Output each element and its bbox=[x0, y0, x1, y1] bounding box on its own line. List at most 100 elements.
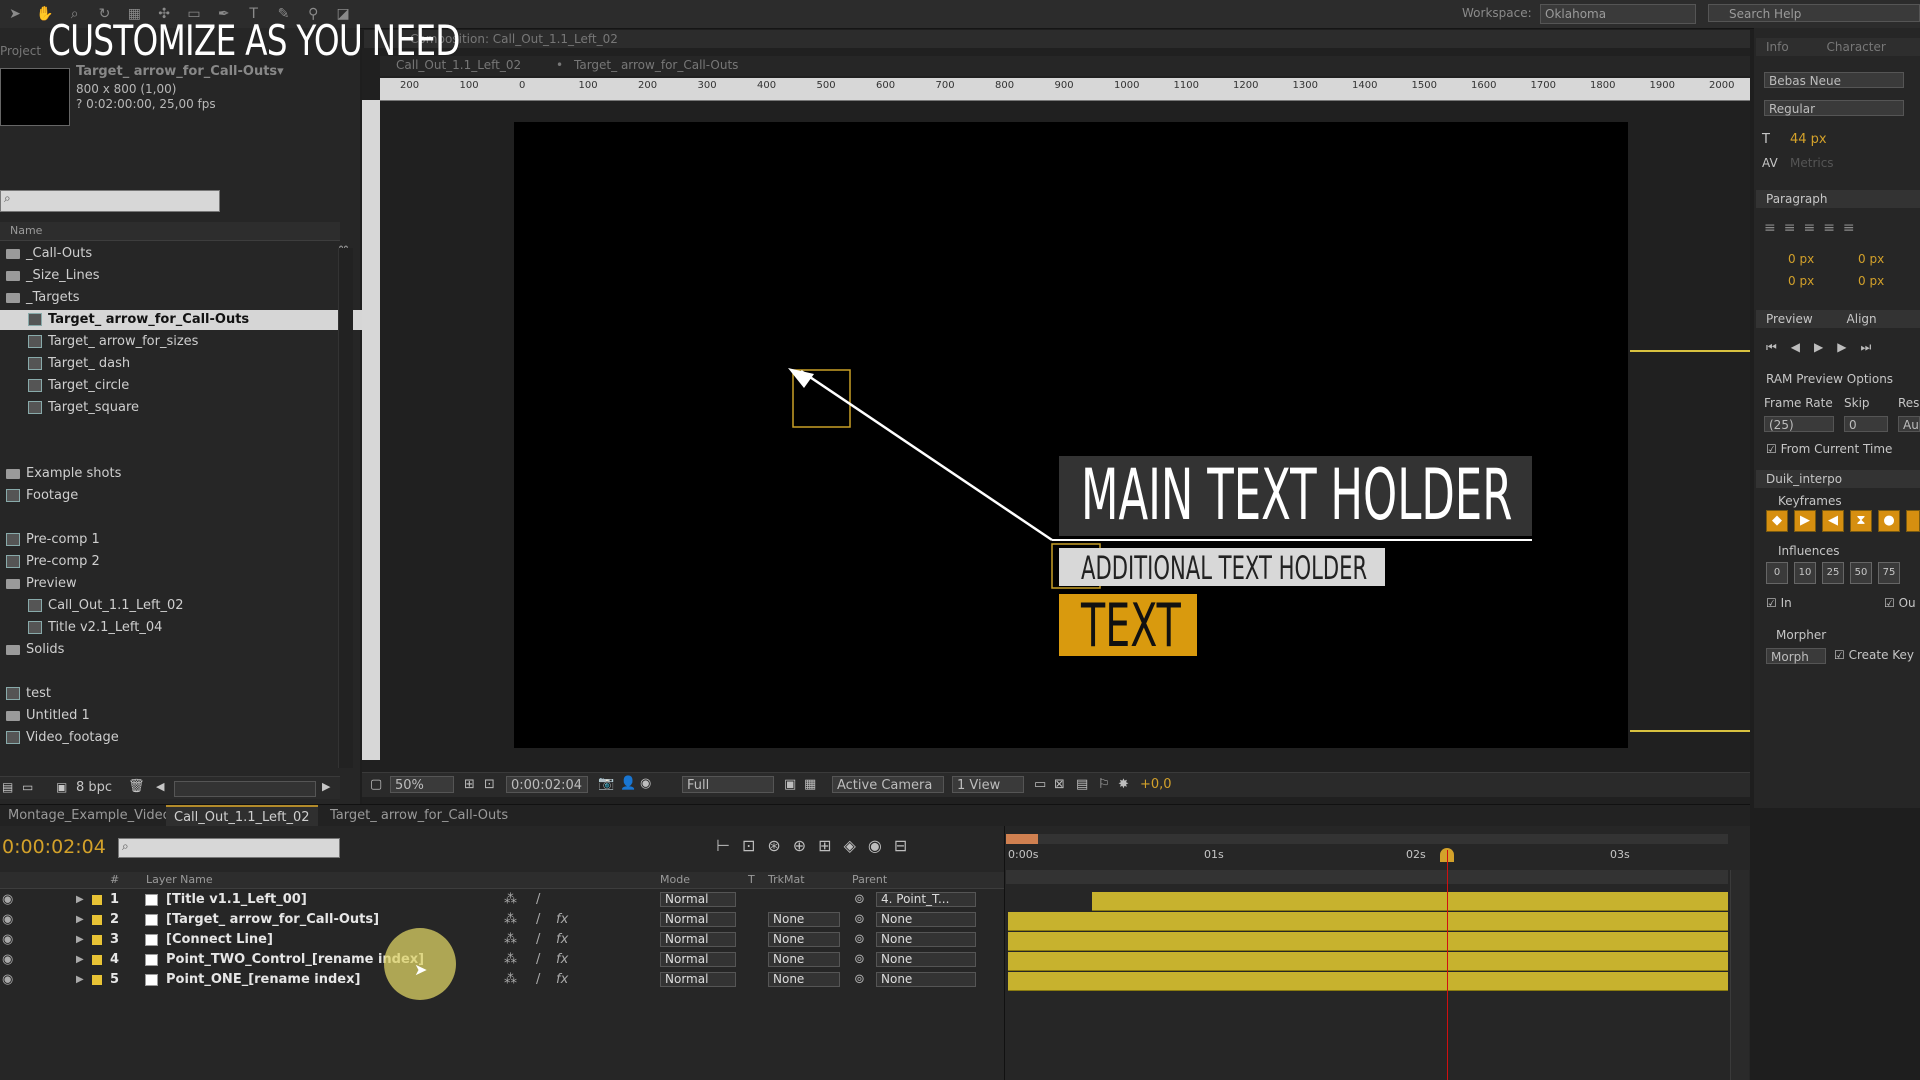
transparency-grid-icon[interactable]: ▦ bbox=[804, 777, 816, 792]
zoom-select[interactable]: 50% bbox=[390, 776, 454, 793]
pickwhip-icon[interactable]: ⊚ bbox=[854, 890, 865, 910]
quality-switch-icon[interactable]: / bbox=[536, 910, 540, 930]
snapshot-icon[interactable]: 📷 bbox=[598, 776, 614, 791]
character-tab[interactable]: Character bbox=[1827, 40, 1886, 54]
layer-name[interactable]: [Target_ arrow_for_Call-Outs] bbox=[166, 910, 379, 930]
exposure-icon[interactable]: ✸ bbox=[1118, 777, 1129, 792]
quality-switch-icon[interactable]: / bbox=[536, 930, 540, 950]
label-color-swatch[interactable] bbox=[92, 895, 102, 905]
layer-name[interactable]: Point_ONE_[rename index] bbox=[166, 970, 360, 990]
pickwhip-icon[interactable]: ⊚ bbox=[854, 930, 865, 950]
viewer-options-icon[interactable]: ▢ bbox=[370, 777, 382, 792]
influence-10-button[interactable]: 10 bbox=[1794, 562, 1816, 584]
duik-tab[interactable]: Duik_interpo bbox=[1756, 470, 1920, 488]
timeline-search-input[interactable]: ⌕ bbox=[118, 838, 340, 858]
font-size-value[interactable]: 44 px bbox=[1790, 132, 1827, 147]
flowchart-view-icon[interactable]: ⚐ bbox=[1098, 777, 1110, 792]
space-after-value[interactable]: 0 px bbox=[1858, 274, 1884, 288]
fx-switch-icon[interactable]: fx bbox=[556, 910, 568, 930]
visibility-eye-icon[interactable]: ◉ bbox=[2, 950, 13, 970]
quality-switch-icon[interactable]: / bbox=[536, 970, 540, 990]
parent-select[interactable]: None bbox=[876, 912, 976, 927]
vertical-ruler[interactable] bbox=[362, 100, 380, 760]
bit-depth-label[interactable]: 8 bpc bbox=[76, 780, 112, 795]
scroll-right-icon[interactable]: ▶ bbox=[322, 780, 330, 793]
mode-select[interactable]: Normal bbox=[660, 912, 736, 927]
layer-row[interactable]: ◉ ▶ 5 Point_ONE_[rename index] ⁂ / fx Normal Non… bbox=[0, 970, 1004, 990]
project-comp-item[interactable]: Target_circle bbox=[0, 376, 366, 396]
new-comp-icon[interactable]: ▣ bbox=[56, 780, 67, 794]
project-comp-item[interactable]: Pre-comp 2 bbox=[0, 552, 344, 572]
project-folder-item[interactable]: Solids bbox=[0, 640, 344, 660]
mode-select[interactable]: Normal bbox=[660, 892, 736, 907]
indent-right-value[interactable]: 0 px bbox=[1858, 252, 1884, 266]
search-help-input[interactable]: Search Help bbox=[1708, 4, 1920, 22]
pickwhip-icon[interactable]: ⊚ bbox=[854, 950, 865, 970]
font-style-select[interactable]: Regular bbox=[1764, 100, 1904, 116]
influence-50-button[interactable]: 50 bbox=[1850, 562, 1872, 584]
comp-canvas[interactable]: MAIN TEXT HOLDER ADDITIONAL TEXT HOLDER … bbox=[514, 122, 1628, 748]
region-of-interest-icon[interactable]: ▣ bbox=[784, 777, 796, 792]
work-area-start-handle[interactable] bbox=[1006, 834, 1038, 844]
skip-select[interactable]: 0 bbox=[1844, 416, 1888, 432]
project-comp-item[interactable]: Target_ dash bbox=[0, 354, 366, 374]
from-current-time-checkbox[interactable]: ☑ From Current Time bbox=[1766, 442, 1892, 456]
mode-select[interactable]: Normal bbox=[660, 952, 736, 967]
expand-triangle-icon[interactable]: ▶ bbox=[76, 890, 84, 910]
workspace-select[interactable]: Oklahoma bbox=[1540, 4, 1696, 24]
project-folder-item[interactable]: _Call-Outs bbox=[0, 244, 344, 264]
kerning-value[interactable]: Metrics bbox=[1790, 156, 1834, 170]
project-comp-item[interactable]: Target_square bbox=[0, 398, 366, 418]
quality-switch-icon[interactable]: / bbox=[536, 950, 540, 970]
parent-select[interactable]: None bbox=[876, 972, 976, 987]
parent-select[interactable]: None bbox=[876, 932, 976, 947]
indent-left-value[interactable]: 0 px bbox=[1788, 252, 1814, 266]
expand-triangle-icon[interactable]: ▶ bbox=[76, 970, 84, 990]
layer-bar-1[interactable] bbox=[1092, 892, 1728, 911]
timeline-icon[interactable]: ▤ bbox=[1076, 777, 1088, 792]
trkmat-select[interactable]: None bbox=[768, 932, 840, 947]
layer-name[interactable]: [Title v1.1_Left_00] bbox=[166, 890, 307, 910]
fx-switch-icon[interactable]: fx bbox=[556, 930, 568, 950]
channel-icon[interactable]: ◉ bbox=[640, 776, 651, 791]
name-column-header[interactable]: Name bbox=[0, 222, 340, 241]
influence-0-button[interactable]: 0 bbox=[1766, 562, 1788, 584]
shy-switch-icon[interactable]: ⁂ bbox=[504, 970, 517, 990]
tab-target-arrow[interactable]: Target_ arrow_for_Call-Outs bbox=[322, 805, 516, 827]
influence-75-button[interactable]: 75 bbox=[1878, 562, 1900, 584]
time-ruler[interactable]: 0:00s 01s 02s 03s bbox=[1006, 846, 1728, 870]
layer-row[interactable]: ◉ ▶ 4 Point_TWO_Control_[rename index] ⁂ / fx N… bbox=[0, 950, 1004, 970]
project-folder-item[interactable]: Example shots bbox=[0, 464, 344, 484]
resolution-select-right[interactable]: Au bbox=[1898, 416, 1920, 432]
layer-bar-2[interactable] bbox=[1008, 912, 1728, 931]
pickwhip-icon[interactable]: ⊚ bbox=[854, 910, 865, 930]
timeline-vscroll[interactable] bbox=[1730, 870, 1749, 1080]
project-tab[interactable]: Project bbox=[0, 44, 41, 58]
preview-tab[interactable]: Preview bbox=[1766, 312, 1813, 326]
layer-name[interactable]: [Connect Line] bbox=[166, 930, 273, 950]
shy-switch-icon[interactable]: ⁂ bbox=[504, 950, 517, 970]
font-family-select[interactable]: Bebas Neue bbox=[1764, 72, 1904, 88]
tab-montage[interactable]: Montage_Example_Video bbox=[0, 805, 179, 827]
create-key-checkbox[interactable]: ☑ Create Key bbox=[1834, 648, 1914, 662]
label-color-swatch[interactable] bbox=[92, 955, 102, 965]
timeline-switches[interactable]: ⊢⊡⊛⊕⊞◈◉⊟ bbox=[716, 836, 919, 855]
mode-select[interactable]: Normal bbox=[660, 972, 736, 987]
layer-bar-4[interactable] bbox=[1008, 952, 1728, 971]
layer-row[interactable]: ◉ ▶ 3 [Connect Line] ⁂ / fx Normal None ⊚ None bbox=[0, 930, 1004, 950]
morph-button[interactable]: Morph bbox=[1766, 648, 1826, 664]
project-scrollbar[interactable] bbox=[338, 248, 353, 768]
layer-row[interactable]: ◉ ▶ 1 [Title v1.1_Left_00] ⁂ / Normal ⊚ 4. Point… bbox=[0, 890, 1004, 910]
breadcrumb-target[interactable]: Target_ arrow_for_Call-Outs bbox=[574, 58, 738, 72]
project-search-input[interactable]: ⌕ bbox=[0, 190, 220, 212]
pickwhip-icon[interactable]: ⊚ bbox=[854, 970, 865, 990]
show-snapshot-icon[interactable]: 👤 bbox=[620, 776, 636, 791]
project-folder-item[interactable]: Untitled 1 bbox=[0, 706, 344, 726]
resolution-select[interactable]: Full bbox=[682, 776, 774, 793]
layer-bar-5[interactable] bbox=[1008, 972, 1728, 991]
project-folder-item[interactable]: Preview bbox=[0, 574, 344, 594]
influence-out-checkbox[interactable]: ☑ Ou bbox=[1884, 596, 1916, 610]
transparency-icon[interactable]: ⊡ bbox=[484, 777, 495, 792]
influence-in-checkbox[interactable]: ☑ In bbox=[1766, 596, 1792, 610]
visibility-eye-icon[interactable]: ◉ bbox=[2, 890, 13, 910]
